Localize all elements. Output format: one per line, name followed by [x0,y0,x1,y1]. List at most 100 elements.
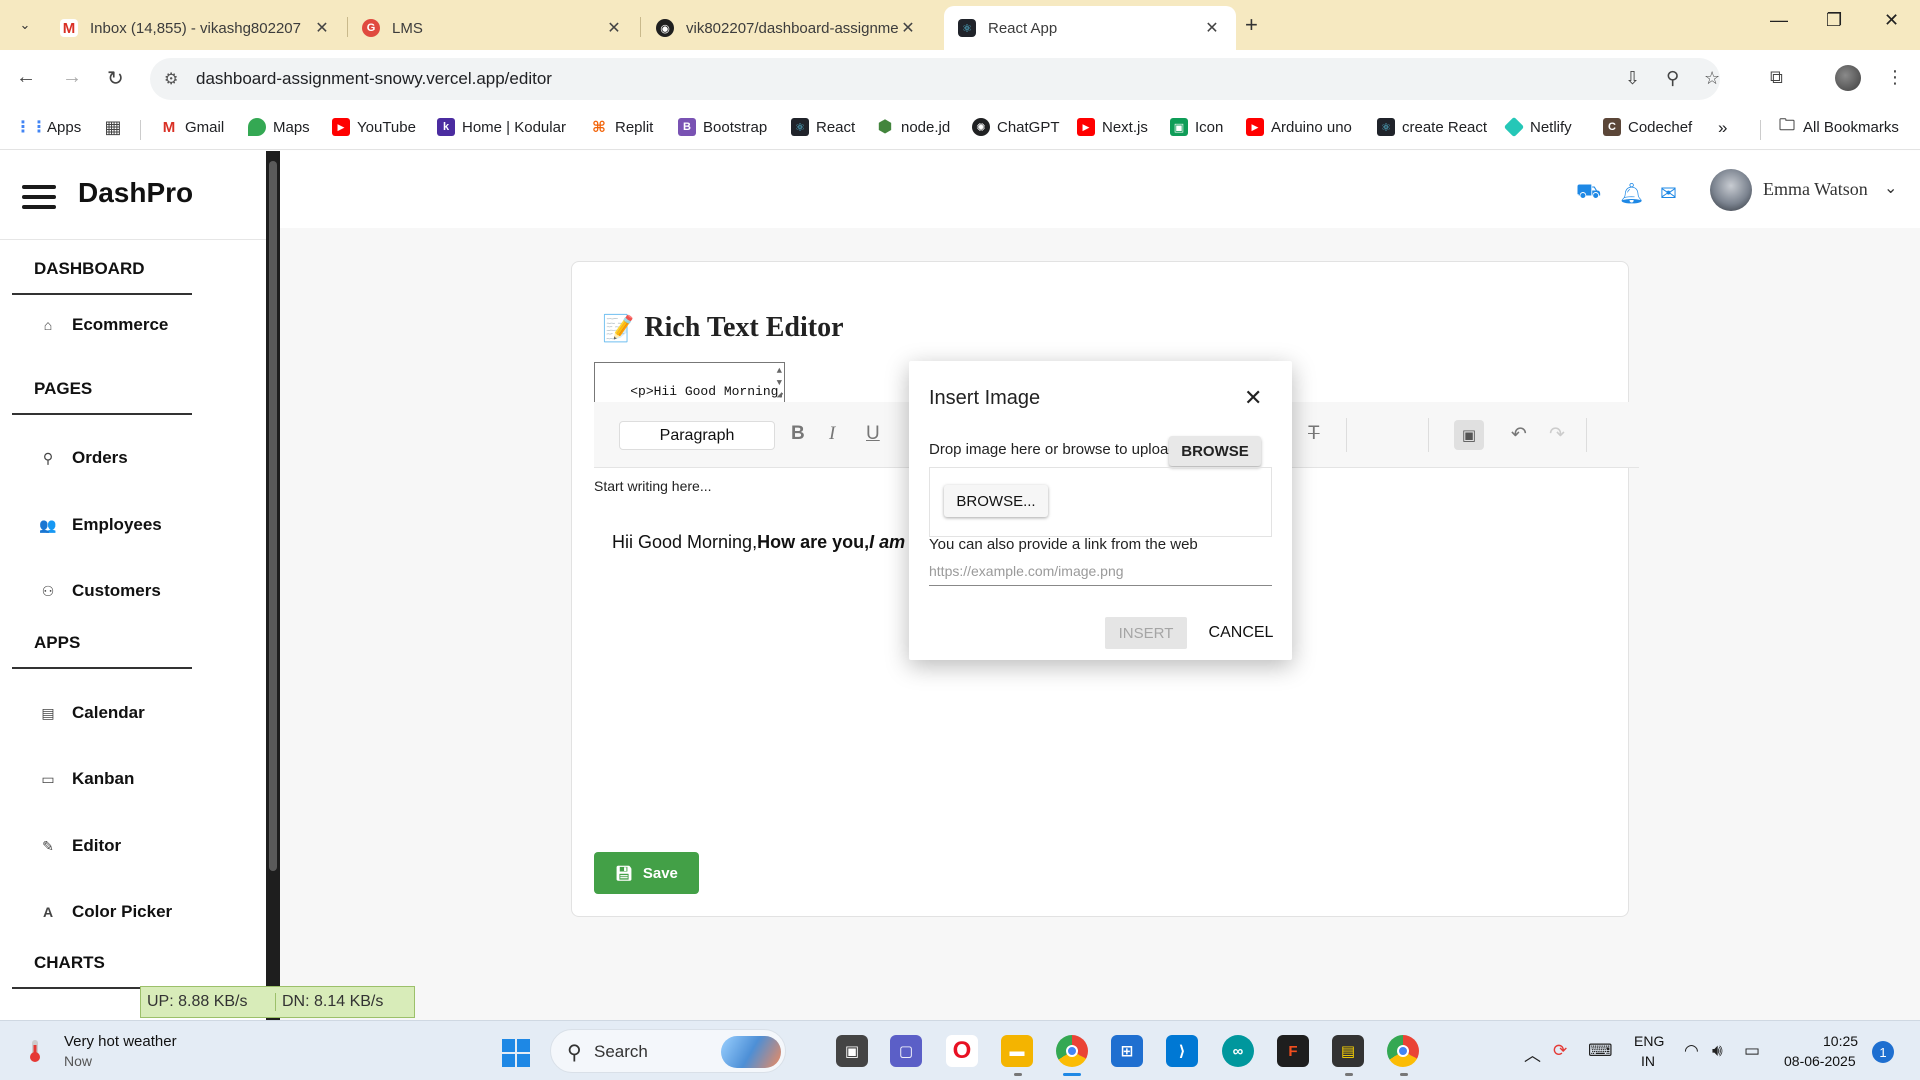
close-tab-icon[interactable]: ✕ [1202,18,1222,38]
browse-tooltip-button[interactable]: BROWSE [1169,436,1261,466]
volume-icon[interactable]: 🔊︎ [1712,1041,1723,1061]
sidebar-item-customers[interactable]: ⚇ Customers [38,581,161,601]
bookmark-tab-groups[interactable]: ▦ [104,117,129,137]
hamburger-menu-icon[interactable] [22,185,56,215]
microsoft-store-icon[interactable]: ⊞ [1111,1035,1143,1067]
close-icon[interactable]: ✕ [1244,385,1262,411]
close-tab-icon[interactable]: ✕ [898,18,918,38]
cart-icon[interactable]: ⛟ [1576,181,1601,206]
forward-icon[interactable]: → [62,66,82,89]
address-bar[interactable]: ⚙ dashboard-assignment-snowy.vercel.app/… [150,58,1720,100]
redo-icon[interactable]: ↷ [1549,423,1565,446]
wifi-icon[interactable]: ◠ [1684,1041,1699,1061]
zoom-icon[interactable]: ⚲ [1666,68,1679,89]
thermometer-icon[interactable] [26,1039,44,1063]
textarea-scroll-icon[interactable]: ▲ ▼ ◢ [777,365,782,401]
italic-icon[interactable]: I [829,423,835,445]
browse-button[interactable]: BROWSE... [944,485,1048,517]
user-avatar[interactable] [1710,169,1752,211]
image-url-input[interactable] [929,556,1272,586]
user-name[interactable]: Emma Watson [1763,179,1868,200]
editor-content-area[interactable]: Hii Good Morning,How are you,I am f [612,532,916,553]
html-source-textarea[interactable]: <p>Hii Good Morning, <strong>How are ▲▼◢ [594,362,785,405]
notification-bell-icon[interactable]: 🔔︎ [1619,181,1644,206]
tab-gmail[interactable]: M Inbox (14,855) - vikashg802207 ✕ [46,6,346,50]
app-icon[interactable]: ▤ [1332,1035,1364,1067]
close-tab-icon[interactable]: ✕ [312,18,332,38]
browser-menu-icon[interactable]: ⋮ [1886,67,1904,88]
tab-react-app[interactable]: ⚛ React App ✕ [944,6,1236,50]
tab-search-dropdown-icon[interactable]: ⌄ [12,12,38,38]
minimize-icon[interactable]: — [1770,10,1788,31]
bookmark-apps[interactable]: ⋮⋮ Apps [15,118,81,137]
more-bookmarks-icon[interactable]: » [1718,118,1727,138]
bookmark-netlify[interactable]: Netlify [1503,116,1572,138]
sidebar-item-orders[interactable]: ⚲ Orders [38,448,128,468]
bookmark-codechef[interactable]: C Codechef [1603,118,1692,136]
strikethrough-icon[interactable]: T [1308,423,1320,445]
block-format-select[interactable]: Paragraph [619,421,775,450]
sidebar-item-kanban[interactable]: ▭ Kanban [38,769,134,789]
profile-avatar[interactable] [1835,65,1861,91]
insert-image-icon[interactable]: ▣ [1454,420,1484,450]
insert-button[interactable]: INSERT [1105,617,1187,649]
scrollbar-thumb[interactable] [269,161,277,871]
new-tab-icon[interactable]: + [1245,12,1258,38]
bookmark-arduino[interactable]: ▶ Arduino uno [1246,118,1352,136]
bookmark-star-icon[interactable]: ☆ [1704,68,1720,89]
task-view-icon[interactable]: ▣ [836,1035,868,1067]
bookmark-create-react[interactable]: ⚛ create React [1377,118,1487,136]
sidebar-item-employees[interactable]: 👥 Employees [38,515,161,535]
bookmark-icon[interactable]: ▣ Icon [1170,118,1223,136]
bookmark-gmail[interactable]: M Gmail [160,118,224,136]
bookmark-nodejs[interactable]: ⬢ node.jd [876,117,951,136]
tab-lms[interactable]: G LMS ✕ [348,6,638,50]
bookmark-youtube[interactable]: ▶ YouTube [332,118,416,136]
site-info-icon[interactable]: ⚙ [164,69,178,89]
bookmark-replit[interactable]: ⌘ Replit [590,118,653,137]
extensions-icon[interactable]: ⧉ [1770,67,1783,88]
chrome-profile-icon[interactable] [1387,1035,1419,1067]
taskbar-search[interactable]: ⚲ Search [550,1029,786,1073]
undo-icon[interactable]: ↶ [1511,423,1527,446]
bold-icon[interactable]: B [791,423,805,445]
tab-github[interactable]: ◉ vik802207/dashboard-assignme ✕ [642,6,932,50]
keyboard-icon[interactable]: ⌨ [1588,1041,1613,1061]
figma-icon[interactable]: F [1277,1035,1309,1067]
chrome-icon[interactable] [1056,1035,1088,1067]
cancel-button[interactable]: CANCEL [1201,617,1281,649]
bookmark-nextjs[interactable]: ▶ Next.js [1077,118,1148,136]
sidebar-item-ecommerce[interactable]: ⌂ Ecommerce [38,315,169,335]
save-button[interactable]: 💾︎ Save [594,852,699,894]
url-text[interactable]: dashboard-assignment-snowy.vercel.app/ed… [196,69,552,89]
file-explorer-icon[interactable]: ▬ [1001,1035,1033,1067]
close-tab-icon[interactable]: ✕ [604,18,624,38]
reload-icon[interactable]: ↻ [107,66,124,91]
restore-icon[interactable]: ❐ [1826,10,1842,31]
bookmark-kodular[interactable]: k Home | Kodular [437,118,566,136]
image-drop-zone[interactable]: BROWSE... [929,467,1272,537]
close-window-icon[interactable]: ✕ [1884,10,1899,31]
clock-time[interactable]: 10:25 [1823,1033,1858,1049]
underline-icon[interactable]: U [866,423,880,445]
notification-badge[interactable]: 1 [1872,1041,1894,1063]
sidebar-item-editor[interactable]: ✎ Editor [38,836,121,856]
chevron-down-icon[interactable]: ⌄ [1884,178,1897,198]
chevron-up-icon[interactable]: ︿ [1524,1041,1541,1066]
sync-icon[interactable]: ⟳ [1553,1041,1567,1061]
mail-icon[interactable]: ✉ [1660,181,1677,206]
language-indicator[interactable]: ENG [1634,1033,1664,1049]
brand-logo[interactable]: DashPro [78,177,193,209]
bookmark-react[interactable]: ⚛ React [791,118,855,136]
bookmark-chatgpt[interactable]: ✺ ChatGPT [972,118,1060,136]
arduino-icon[interactable]: ∞ [1222,1035,1254,1067]
all-bookmarks[interactable]: 🗀 All Bookmarks [1778,117,1899,136]
bookmark-bootstrap[interactable]: B Bootstrap [678,118,767,136]
sidebar-item-calendar[interactable]: ▤ Calendar [38,703,144,723]
weather-title[interactable]: Very hot weather [64,1033,177,1050]
sidebar-scrollbar[interactable] [266,151,280,1020]
teams-chat-icon[interactable]: ▢ [890,1035,922,1067]
windows-start-icon[interactable] [502,1039,530,1067]
opera-icon[interactable]: O [946,1035,978,1067]
battery-icon[interactable]: ▭ [1744,1041,1760,1061]
